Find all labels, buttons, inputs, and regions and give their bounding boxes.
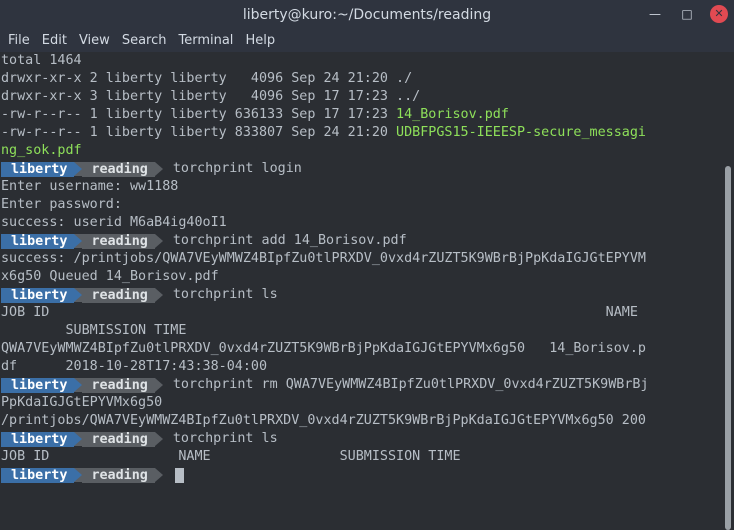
command-text: torchprint add 14_Borisov.pdf: [172, 233, 407, 248]
output-line: df 2018-10-28T17:43:38-04:00: [1, 359, 268, 374]
output-line: QWA7VEyWMWZ4BIpfZu0tlPRXDV_0vxd4rZUZT5K9…: [1, 341, 646, 356]
output-line: x6g50 Queued 14_Borisov.pdf: [1, 269, 219, 284]
file-listing-text: -rw-r--r-- 1 liberty liberty 833807 Sep …: [1, 125, 397, 140]
file-name: UDBFPGS15-IEEESP-secure_messagi: [396, 125, 646, 140]
menu-file[interactable]: File: [2, 29, 36, 52]
command-text: torchprint rm QWA7VEyWMWZ4BIpfZu0tlPRXDV…: [172, 377, 649, 392]
output-line: SUBMISSION TIME: [1, 323, 187, 338]
prompt-separator-icon: [154, 378, 163, 392]
output-line: success: userid M6aB4ig40oI1: [1, 215, 227, 230]
prompt-separator-icon: [74, 378, 83, 392]
title-bar[interactable]: liberty@kuro:~/Documents/reading — □ ✕: [0, 0, 734, 29]
prompt-line: liberty reading torchprint add 14_Borisov.…: [0, 232, 722, 250]
prompt-line: liberty reading torchprint ls: [0, 430, 722, 448]
output-line: success: /printjobs/QWA7VEyWMWZ4BIpfZu0t…: [1, 251, 646, 266]
file-name: 14_Borisov.pdf: [396, 107, 509, 122]
output-line: JOB ID NAME SUBMISSION TIME: [1, 449, 461, 464]
prompt-separator-icon: [154, 468, 163, 482]
output-line: -rw-r--r-- 1 liberty liberty 833807 Sep …: [0, 124, 722, 142]
prompt-directory: reading: [82, 377, 155, 393]
prompt-separator-icon: [74, 468, 83, 482]
output-line: drwxr-xr-x 3 liberty liberty 4096 Sep 17…: [1, 89, 421, 104]
output-line: Enter password:: [1, 197, 122, 212]
prompt-separator-icon: [154, 234, 163, 248]
prompt-user: liberty: [1, 161, 75, 177]
output-line: Enter username: ww1188: [1, 179, 179, 194]
menu-help[interactable]: Help: [239, 29, 281, 52]
prompt-user: liberty: [1, 287, 75, 303]
prompt-separator-icon: [74, 432, 83, 446]
prompt-separator-icon: [154, 162, 163, 176]
output-line: total 1464: [1, 53, 82, 68]
minimize-button[interactable]: —: [646, 5, 664, 23]
window-controls: — □ ✕: [646, 5, 728, 23]
prompt-line: liberty reading torchprint ls: [0, 286, 722, 304]
prompt-separator-icon: [74, 234, 83, 248]
prompt-directory: reading: [82, 161, 155, 177]
prompt-separator-icon: [74, 162, 83, 176]
output-line: /printjobs/QWA7VEyWMWZ4BIpfZu0tlPRXDV_0v…: [1, 413, 646, 428]
menu-edit[interactable]: Edit: [36, 29, 73, 52]
scrollbar-thumb[interactable]: [725, 166, 731, 530]
text-cursor: [174, 467, 184, 483]
prompt-directory: reading: [82, 233, 155, 249]
output-line: drwxr-xr-x 2 liberty liberty 4096 Sep 24…: [1, 71, 413, 86]
menu-bar: File Edit View Search Terminal Help: [0, 29, 734, 52]
command-text: torchprint ls: [172, 287, 278, 302]
file-listing-text: -rw-r--r-- 1 liberty liberty 636133 Sep …: [1, 107, 397, 122]
prompt-line: liberty reading torchprint login: [0, 160, 722, 178]
prompt-directory: reading: [82, 431, 155, 447]
prompt-user: liberty: [1, 431, 75, 447]
terminal-window: liberty@kuro:~/Documents/reading — □ ✕ F…: [0, 0, 734, 530]
prompt-user: liberty: [1, 467, 75, 483]
output-line: PpKdaIGJGtEPYVMx6g50: [1, 395, 163, 410]
output-line: -rw-r--r-- 1 liberty liberty 636133 Sep …: [0, 106, 722, 124]
prompt-user: liberty: [1, 233, 75, 249]
menu-search[interactable]: Search: [116, 29, 173, 52]
output-line: JOB ID NAME: [1, 305, 638, 320]
prompt-separator-icon: [74, 288, 83, 302]
maximize-button[interactable]: □: [678, 5, 696, 23]
terminal-output[interactable]: total 1464 drwxr-xr-x 2 liberty liberty 4…: [0, 52, 722, 485]
prompt-separator-icon: [154, 432, 163, 446]
prompt-separator-icon: [154, 288, 163, 302]
scrollbar[interactable]: [722, 52, 734, 530]
close-button[interactable]: ✕: [710, 5, 728, 23]
command-text: torchprint ls: [172, 431, 278, 446]
menu-view[interactable]: View: [73, 29, 116, 52]
prompt-user: liberty: [1, 377, 75, 393]
window-title: liberty@kuro:~/Documents/reading: [242, 6, 492, 23]
file-name-continuation: ng_sok.pdf: [1, 143, 82, 158]
command-text: torchprint login: [172, 161, 302, 176]
prompt-directory: reading: [82, 287, 155, 303]
prompt-line: liberty reading: [0, 466, 722, 484]
menu-terminal[interactable]: Terminal: [172, 29, 239, 52]
prompt-directory: reading: [82, 467, 155, 483]
prompt-line: liberty reading torchprint rm QWA7VEyWMWZ4…: [0, 376, 722, 394]
